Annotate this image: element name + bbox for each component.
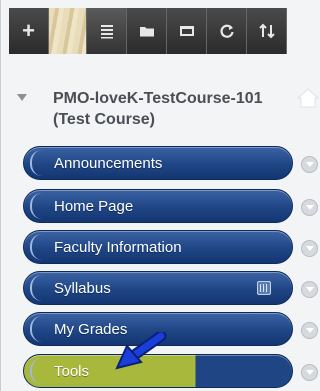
pointer-arrow-icon <box>115 332 167 370</box>
menu-item-label: Home Page <box>54 198 134 215</box>
course-title[interactable]: PMO-loveK-TestCourse-101 (Test Course) <box>53 88 289 130</box>
pattern-swatch <box>49 8 87 54</box>
chevron-down-icon[interactable] <box>301 364 318 381</box>
menu-item-notch <box>30 275 44 301</box>
chevron-down-icon[interactable] <box>301 199 318 216</box>
chevron-down-icon[interactable] <box>301 322 318 339</box>
chevron-down-icon[interactable] <box>301 240 318 257</box>
menu-item-announcements[interactable]: Announcements <box>23 146 318 180</box>
window-view-button[interactable] <box>167 8 207 54</box>
menu-item-notch <box>30 358 44 384</box>
sort-button[interactable] <box>247 8 287 54</box>
menu-item-label: Faculty Information <box>54 239 182 256</box>
menu-item-faculty-information[interactable]: Faculty Information <box>23 230 318 264</box>
window-icon <box>179 26 194 36</box>
chevron-down-icon[interactable] <box>301 156 318 173</box>
refresh-button[interactable] <box>207 8 247 54</box>
menu-item-syllabus[interactable]: Syllabus <box>23 271 318 305</box>
list-view-icon <box>100 25 113 39</box>
refresh-icon <box>219 24 234 38</box>
menu-item-home-page[interactable]: Home Page <box>23 189 318 223</box>
add-menu-item-button[interactable]: + <box>9 8 49 54</box>
folder-view-button[interactable] <box>127 8 167 54</box>
menu-item-notch <box>30 316 44 342</box>
sort-icon <box>258 23 275 39</box>
chevron-down-icon[interactable] <box>301 281 318 298</box>
folder-icon <box>139 27 154 37</box>
content-link-icon <box>257 281 271 295</box>
add-icon: + <box>22 18 35 43</box>
list-view-button[interactable] <box>87 8 127 54</box>
menu-item-label: Syllabus <box>54 280 111 297</box>
home-icon[interactable] <box>297 88 319 108</box>
menu-item-notch <box>30 150 44 176</box>
menu-item-notch <box>30 234 44 260</box>
course-menu-toolbar: + <box>9 8 320 54</box>
menu-item-notch <box>30 193 44 219</box>
course-menu-panel: + PMO-loveK-TestCourse-101 (Test Course)… <box>0 0 320 391</box>
menu-item-label: Announcements <box>54 155 163 172</box>
menu-item-label: Tools <box>54 363 90 380</box>
collapse-triangle-icon[interactable] <box>17 94 27 101</box>
